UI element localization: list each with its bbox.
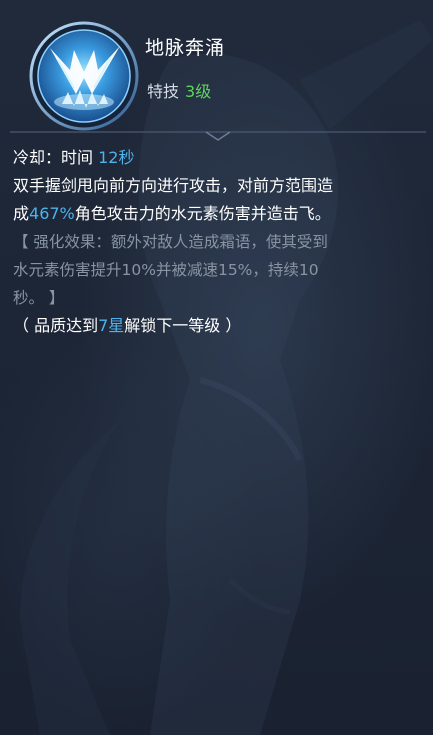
skill-level: 3级: [185, 82, 212, 101]
description-suffix: 角色攻击力的水元素伤害并造击飞。: [74, 204, 331, 223]
blue-crystal-burst-icon: [29, 21, 139, 131]
damage-percent: 467%: [29, 204, 75, 223]
description-prefix: 成: [13, 204, 30, 223]
skill-type-label: 特技: [147, 82, 180, 101]
unlock-star-requirement: 7星: [98, 316, 125, 335]
cooldown-label: 冷却：时间: [13, 148, 94, 167]
skill-description-block: 冷却：时间 12秒 双手握剑甩向前方向进行攻击，对前方范围造 成467%角色攻击…: [13, 144, 423, 340]
unlock-condition: （ 品质达到7星解锁下一等级 ）: [13, 312, 423, 340]
skill-tooltip-panel: 地脉奔涌 特技 3级 冷却：时间 12秒 双手握剑甩向前方向进行攻击，对前方范围造…: [0, 0, 433, 735]
enhancement-line-3: 秒。 】: [13, 289, 65, 307]
unlock-prefix: （ 品质达到: [13, 316, 99, 335]
skill-type-row: 特技 3级: [147, 78, 211, 102]
description-line-2: 成467%角色攻击力的水元素伤害并造击飞。: [13, 200, 423, 228]
enhancement-line-2: 水元素伤害提升10%并被减速15%，持续10: [13, 261, 319, 279]
tooltip-header: 地脉奔涌 特技 3级: [0, 0, 433, 131]
section-divider: [10, 131, 426, 141]
cooldown-value: 12秒: [98, 148, 135, 167]
cooldown-row: 冷却：时间 12秒: [13, 144, 423, 172]
unlock-suffix: 解锁下一等级 ）: [124, 316, 242, 335]
description-line-1: 双手握剑甩向前方向进行攻击，对前方范围造: [13, 176, 334, 195]
enhancement-line-1: 【 强化效果：额外对敌人造成霜语，使其受到: [13, 233, 328, 251]
skill-name: 地脉奔涌: [145, 37, 226, 59]
